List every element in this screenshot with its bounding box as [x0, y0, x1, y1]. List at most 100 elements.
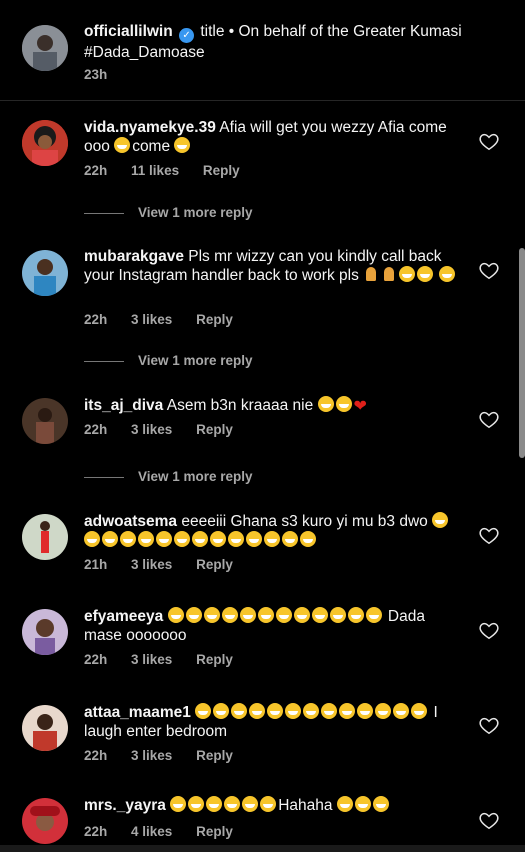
- comment-text: mrs._yayra Hahaha: [84, 796, 464, 815]
- comment-username[interactable]: vida.nyamekye.39: [84, 119, 216, 136]
- laughing-emoji-icon: [267, 703, 284, 719]
- caption-text: officiallilwin ✓ title • On behalf of th…: [84, 22, 464, 62]
- reply-button[interactable]: Reply: [196, 422, 233, 437]
- laughing-emoji-icon: [224, 796, 241, 812]
- comment-text: efyameeya Dada mase ooooooo: [84, 607, 464, 645]
- view-more-replies-label[interactable]: View 1 more reply: [138, 205, 253, 220]
- laughing-emoji-icon: [206, 796, 223, 812]
- laughing-emoji-icon: [399, 266, 416, 282]
- laughing-emoji-icon: [195, 703, 212, 719]
- laughing-emoji-icon: [329, 607, 346, 623]
- like-heart-icon[interactable]: [478, 130, 500, 152]
- view-more-replies-label[interactable]: View 1 more reply: [138, 469, 253, 484]
- comment-text: vida.nyamekye.39 Afia will get you wezzy…: [84, 118, 464, 156]
- laughing-emoji-icon: [321, 703, 338, 719]
- comment-likes[interactable]: 3 likes: [131, 652, 172, 667]
- view-more-replies-label[interactable]: View 1 more reply: [138, 353, 253, 368]
- comment-username[interactable]: its_aj_diva: [84, 397, 163, 414]
- laughing-emoji-icon: [257, 607, 274, 623]
- like-heart-icon[interactable]: [478, 524, 500, 546]
- comment-time: 22h: [84, 312, 108, 327]
- avatar[interactable]: [22, 798, 68, 844]
- avatar[interactable]: [22, 250, 68, 296]
- comment-time: 22h: [84, 824, 108, 839]
- laughing-emoji-icon: [365, 607, 382, 623]
- post-caption: officiallilwin ✓ title • On behalf of th…: [0, 0, 525, 101]
- comment-likes[interactable]: 3 likes: [131, 748, 172, 763]
- rofl-emoji-icon: [354, 796, 371, 812]
- laughing-emoji-icon: [439, 266, 456, 282]
- view-more-replies[interactable]: View 1 more reply: [84, 469, 253, 484]
- laughing-emoji-icon: [210, 531, 226, 547]
- comment-text: attaa_maame1 I laugh enter bedroom: [84, 703, 464, 741]
- laughing-emoji-icon: [174, 531, 190, 547]
- laughing-emoji-icon: [264, 531, 280, 547]
- comment-username[interactable]: attaa_maame1: [84, 704, 191, 721]
- laughing-emoji-icon: [282, 531, 298, 547]
- laughing-emoji-icon: [174, 137, 191, 153]
- laughing-emoji-icon: [432, 512, 449, 528]
- laughing-emoji-icon: [188, 796, 205, 812]
- laughing-emoji-icon: [303, 703, 320, 719]
- comment-body-cont: come: [132, 138, 171, 155]
- comment-text: adwoatsema eeeeiii Ghana s3 kuro yi mu b…: [84, 512, 464, 550]
- laughing-emoji-icon: [114, 137, 131, 153]
- verified-badge-icon: ✓: [179, 28, 195, 43]
- comment-username[interactable]: adwoatsema: [84, 513, 177, 530]
- comment-meta: 22h 3 likes Reply: [84, 652, 253, 667]
- view-more-replies[interactable]: View 1 more reply: [84, 353, 253, 368]
- view-more-replies[interactable]: View 1 more reply: [84, 205, 253, 220]
- reply-button[interactable]: Reply: [196, 312, 233, 327]
- like-heart-icon[interactable]: [478, 619, 500, 641]
- laughing-emoji-icon: [375, 703, 392, 719]
- laughing-emoji-icon: [242, 796, 259, 812]
- bottom-bar: [0, 845, 525, 852]
- comment-meta: 22h 3 likes Reply: [84, 748, 253, 763]
- laughing-emoji-icon: [293, 607, 310, 623]
- laughing-emoji-icon: [317, 396, 334, 412]
- comment-username[interactable]: mubarakgave: [84, 248, 184, 265]
- laughing-emoji-icon: [246, 531, 262, 547]
- laughing-emoji-icon: [411, 703, 428, 719]
- scrollbar[interactable]: [519, 248, 525, 458]
- avatar[interactable]: [22, 25, 68, 71]
- reply-button[interactable]: Reply: [196, 748, 233, 763]
- avatar[interactable]: [22, 514, 68, 560]
- avatar[interactable]: [22, 398, 68, 444]
- comment-likes[interactable]: 3 likes: [131, 312, 172, 327]
- reply-button[interactable]: Reply: [203, 163, 240, 178]
- comment-username[interactable]: mrs._yayra: [84, 797, 166, 814]
- comment-body: Asem b3n kraaaa nie: [166, 397, 314, 414]
- laughing-emoji-icon: [335, 396, 352, 412]
- reply-button[interactable]: Reply: [196, 652, 233, 667]
- laughing-emoji-icon: [167, 607, 184, 623]
- like-heart-icon[interactable]: [478, 259, 500, 281]
- laughing-emoji-icon: [203, 607, 220, 623]
- comment-likes[interactable]: 3 likes: [131, 557, 172, 572]
- laughing-emoji-icon: [192, 531, 208, 547]
- rofl-emoji-icon: [372, 796, 389, 812]
- comment-likes[interactable]: 3 likes: [131, 422, 172, 437]
- laughing-emoji-icon: [260, 796, 277, 812]
- comment-likes[interactable]: 11 likes: [131, 163, 179, 178]
- laughing-emoji-icon: [228, 531, 244, 547]
- comment-meta: 22h 3 likes Reply: [84, 422, 253, 437]
- avatar[interactable]: [22, 120, 68, 166]
- avatar[interactable]: [22, 705, 68, 751]
- comment-likes[interactable]: 4 likes: [131, 824, 172, 839]
- comment-username[interactable]: efyameeya: [84, 608, 163, 625]
- comment-meta: 22h 11 likes Reply: [84, 163, 260, 178]
- reply-button[interactable]: Reply: [196, 824, 233, 839]
- laughing-emoji-icon: [417, 266, 434, 282]
- rofl-emoji-icon: [336, 796, 353, 812]
- like-heart-icon[interactable]: [478, 809, 500, 831]
- comment-body: eeeeiii Ghana s3 kuro yi mu b3 dwo: [181, 513, 428, 530]
- caption-username[interactable]: officiallilwin: [84, 23, 173, 40]
- laughing-emoji-icon: [221, 607, 238, 623]
- like-heart-icon[interactable]: [478, 714, 500, 736]
- laughing-emoji-icon: [185, 607, 202, 623]
- laughing-emoji-icon: [239, 607, 256, 623]
- avatar[interactable]: [22, 609, 68, 655]
- like-heart-icon[interactable]: [478, 408, 500, 430]
- reply-button[interactable]: Reply: [196, 557, 233, 572]
